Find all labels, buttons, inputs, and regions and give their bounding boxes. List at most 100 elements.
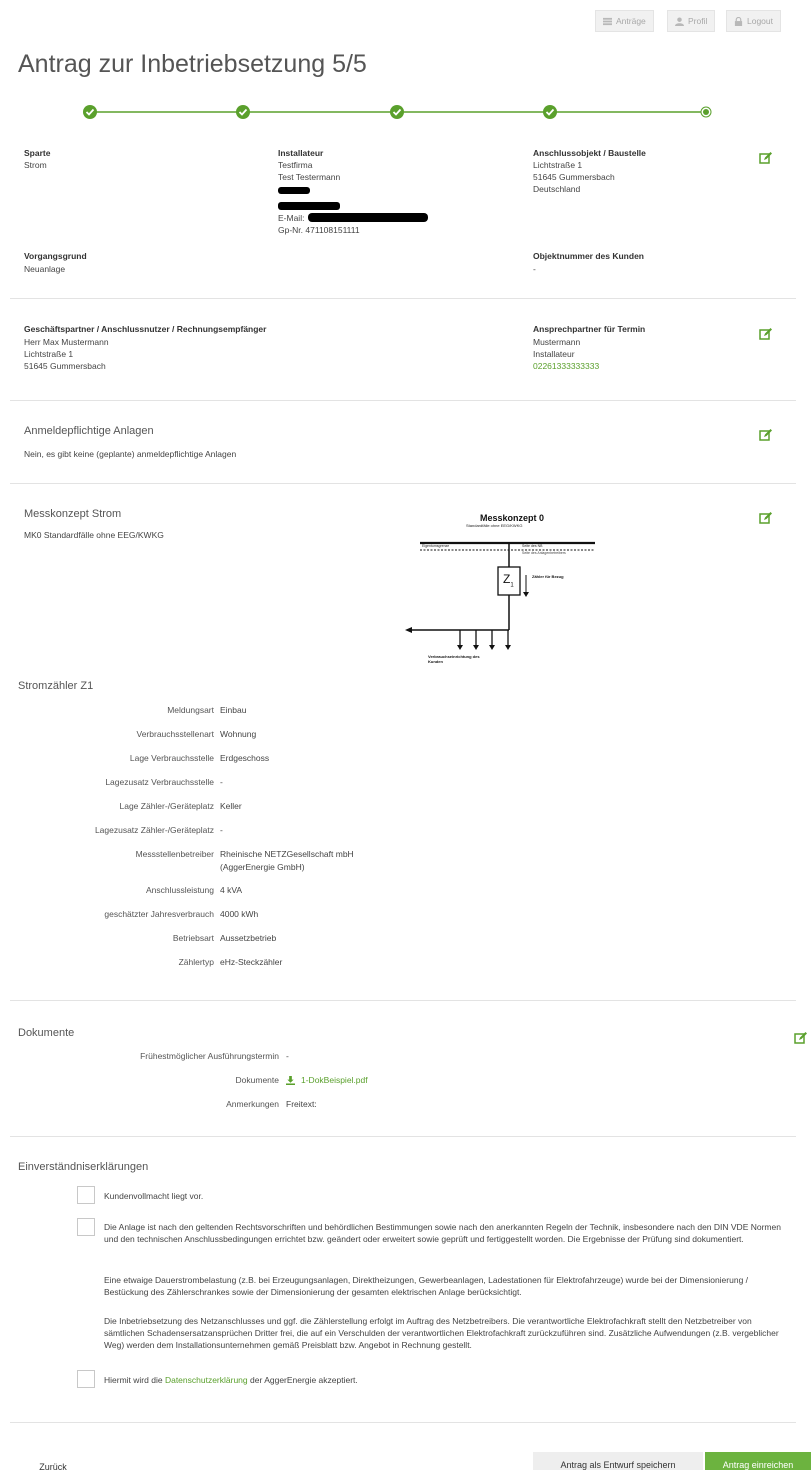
diagram-meter-label: Z1 xyxy=(503,572,514,589)
gp-line-2: Lichtstraße 1 xyxy=(24,349,74,359)
dok-file-link[interactable]: 1-DokBeispiel.pdf xyxy=(286,1074,368,1086)
zaehler-row-label: Verbrauchsstellenart xyxy=(136,729,215,739)
diagram-subtitle: Standardfälle ohne EEG/KWKG xyxy=(466,523,523,528)
ap-phone-link[interactable]: 02261333333333 xyxy=(533,361,599,373)
consent-checkbox-anlage[interactable] xyxy=(77,1218,95,1236)
sparte-label: Sparte xyxy=(24,148,51,158)
divider xyxy=(10,1422,796,1423)
user-icon xyxy=(675,16,684,26)
page-title: Antrag zur Inbetriebsetzung 5/5 xyxy=(18,50,367,78)
objektnr-value: - xyxy=(533,264,536,274)
zaehler-row-value: Erdgeschoss xyxy=(220,753,270,763)
anschluss-line-2: 51645 Gummersbach xyxy=(533,172,615,182)
redaction xyxy=(278,202,340,210)
diagram-eigentumsgrenze: Eigentumsgrenze xyxy=(422,544,450,548)
sparte-value: Strom xyxy=(24,160,47,170)
installateur-line-2: Test Testermann xyxy=(278,172,341,182)
zaehler-row-value: Einbau xyxy=(220,705,247,715)
zaehler-row-label: Lagezusatz Zähler-/Geräteplatz xyxy=(94,825,214,835)
messkonzept-diagram: Messkonzept 0 Standardfälle ohne EEG/KWK… xyxy=(400,505,600,675)
back-button[interactable]: Zurück xyxy=(28,1454,78,1470)
datenschutz-link[interactable]: Datenschutzerklärung xyxy=(165,1375,248,1385)
zaehler-row-value: 4000 kWh xyxy=(220,909,259,919)
step-4-check-icon xyxy=(543,105,557,119)
zaehler-row-value: - xyxy=(220,777,223,787)
redaction xyxy=(278,187,310,194)
step-2-check-icon xyxy=(236,105,250,119)
zaehler-title: Stromzähler Z1 xyxy=(18,680,94,692)
ap-line-1: Mustermann xyxy=(533,337,581,347)
diagram-verbrauch: Verbrauchseinrichtung des Kunden xyxy=(428,654,480,664)
antraege-button[interactable]: Anträge xyxy=(595,10,654,32)
diagram-seite-kunde: Seite des Anlagenbetreibers xyxy=(522,551,566,555)
zaehler-row-label: geschätzter Jahresverbrauch xyxy=(104,909,214,919)
objektnr-label: Objektnummer des Kunden xyxy=(533,251,644,261)
anm-label: Anmerkungen xyxy=(226,1099,279,1109)
zaehler-row-value-2: (AggerEnergie GmbH) xyxy=(220,862,305,872)
ap-label: Ansprechpartner für Termin xyxy=(533,324,646,334)
messkonzept-title: Messkonzept Strom xyxy=(24,508,122,520)
anm-value: Freitext: xyxy=(286,1099,317,1109)
zaehler-row-value: Keller xyxy=(220,801,242,811)
dok-file-name: 1-DokBeispiel.pdf xyxy=(301,1075,368,1085)
consent-checkbox-datenschutz[interactable] xyxy=(77,1370,95,1388)
progress-stepper xyxy=(83,105,712,119)
anschluss-line-3: Deutschland xyxy=(533,184,581,194)
divider xyxy=(10,1136,796,1137)
zaehler-row-value: Rheinische NETZGesellschaft mbH xyxy=(220,849,354,859)
consent-title: Einverständniserklärungen xyxy=(18,1161,149,1173)
zaehler-row-value: eHz-Steckzähler xyxy=(220,957,283,967)
zaehler-row-label: Lagezusatz Verbrauchsstelle xyxy=(105,777,214,787)
zaehler-row-label: Zählertyp xyxy=(178,957,214,967)
redaction xyxy=(308,213,428,222)
anschluss-line-1: Lichtstraße 1 xyxy=(533,160,583,170)
edit-icon[interactable] xyxy=(759,327,773,341)
diagram-zaehler-bezug: Zähler für Bezug xyxy=(532,574,564,579)
zaehler-row-value: Wohnung xyxy=(220,729,257,739)
step-1-check-icon xyxy=(83,105,97,119)
email-label: E-Mail: xyxy=(278,213,305,223)
save-draft-button[interactable]: Antrag als Entwurf speichern xyxy=(533,1452,703,1470)
gp-nr: Gp-Nr. 47110815111​1 xyxy=(278,225,360,235)
zaehler-row-label: Messstellenbetreiber xyxy=(135,849,214,859)
anlagen-title: Anmeldepflichtige Anlagen xyxy=(24,425,154,437)
lock-icon xyxy=(734,16,743,26)
consent-text-datenschutz: Hiermit wird die Datenschutzerklärung de… xyxy=(104,1375,358,1385)
logout-button[interactable]: Logout xyxy=(726,10,781,32)
zaehler-row-label: Meldungsart xyxy=(167,705,214,715)
edit-icon[interactable] xyxy=(759,428,773,442)
diagram-seite-nb: Seite des NB xyxy=(522,544,543,548)
consent-text-anlage-2: Eine etwaige Dauerstrombelastung (z.B. b… xyxy=(104,1275,749,1297)
consent-text-anlage-3: Die Inbetriebsetzung des Netzanschlusses… xyxy=(104,1316,779,1350)
antraege-label: Anträge xyxy=(616,16,646,26)
consent-checkbox-vollmacht[interactable] xyxy=(77,1186,95,1204)
installateur-line-1: Testfirma xyxy=(278,160,313,170)
divider xyxy=(10,298,796,299)
dok-label: Dokumente xyxy=(235,1075,279,1085)
ap-line-2: Installateur xyxy=(533,349,575,359)
divider xyxy=(10,1000,796,1001)
diagram-title: Messkonzept 0 xyxy=(480,513,545,523)
step-3-check-icon xyxy=(390,105,404,119)
submit-button[interactable]: Antrag einreichen xyxy=(705,1452,811,1470)
zaehler-row-label: Betriebsart xyxy=(172,933,214,943)
termin-value: - xyxy=(286,1051,289,1061)
divider xyxy=(10,400,796,401)
anschluss-label: Anschlussobjekt / Baustelle xyxy=(533,148,646,158)
divider xyxy=(10,483,796,484)
vorgang-label: Vorgangsgrund xyxy=(24,251,87,261)
zaehler-row-value: - xyxy=(220,825,223,835)
zaehler-row-value: 4 kVA xyxy=(220,885,243,895)
logout-label: Logout xyxy=(747,16,773,26)
zaehler-row-value: Aussetzbetrieb xyxy=(220,933,277,943)
profil-label: Profil xyxy=(688,16,708,26)
zaehler-row-label: Lage Zähler-/Geräteplatz xyxy=(119,801,215,811)
zaehler-row-label: Lage Verbrauchsstelle xyxy=(129,753,214,763)
edit-icon[interactable] xyxy=(759,151,773,165)
edit-icon[interactable] xyxy=(794,1031,808,1045)
profil-button[interactable]: Profil xyxy=(667,10,716,32)
messkonzept-text: MK0 Standardfälle ohne EEG/KWKG xyxy=(24,530,164,540)
list-icon xyxy=(603,17,612,25)
edit-icon[interactable] xyxy=(759,511,773,525)
step-5-current xyxy=(700,106,712,118)
